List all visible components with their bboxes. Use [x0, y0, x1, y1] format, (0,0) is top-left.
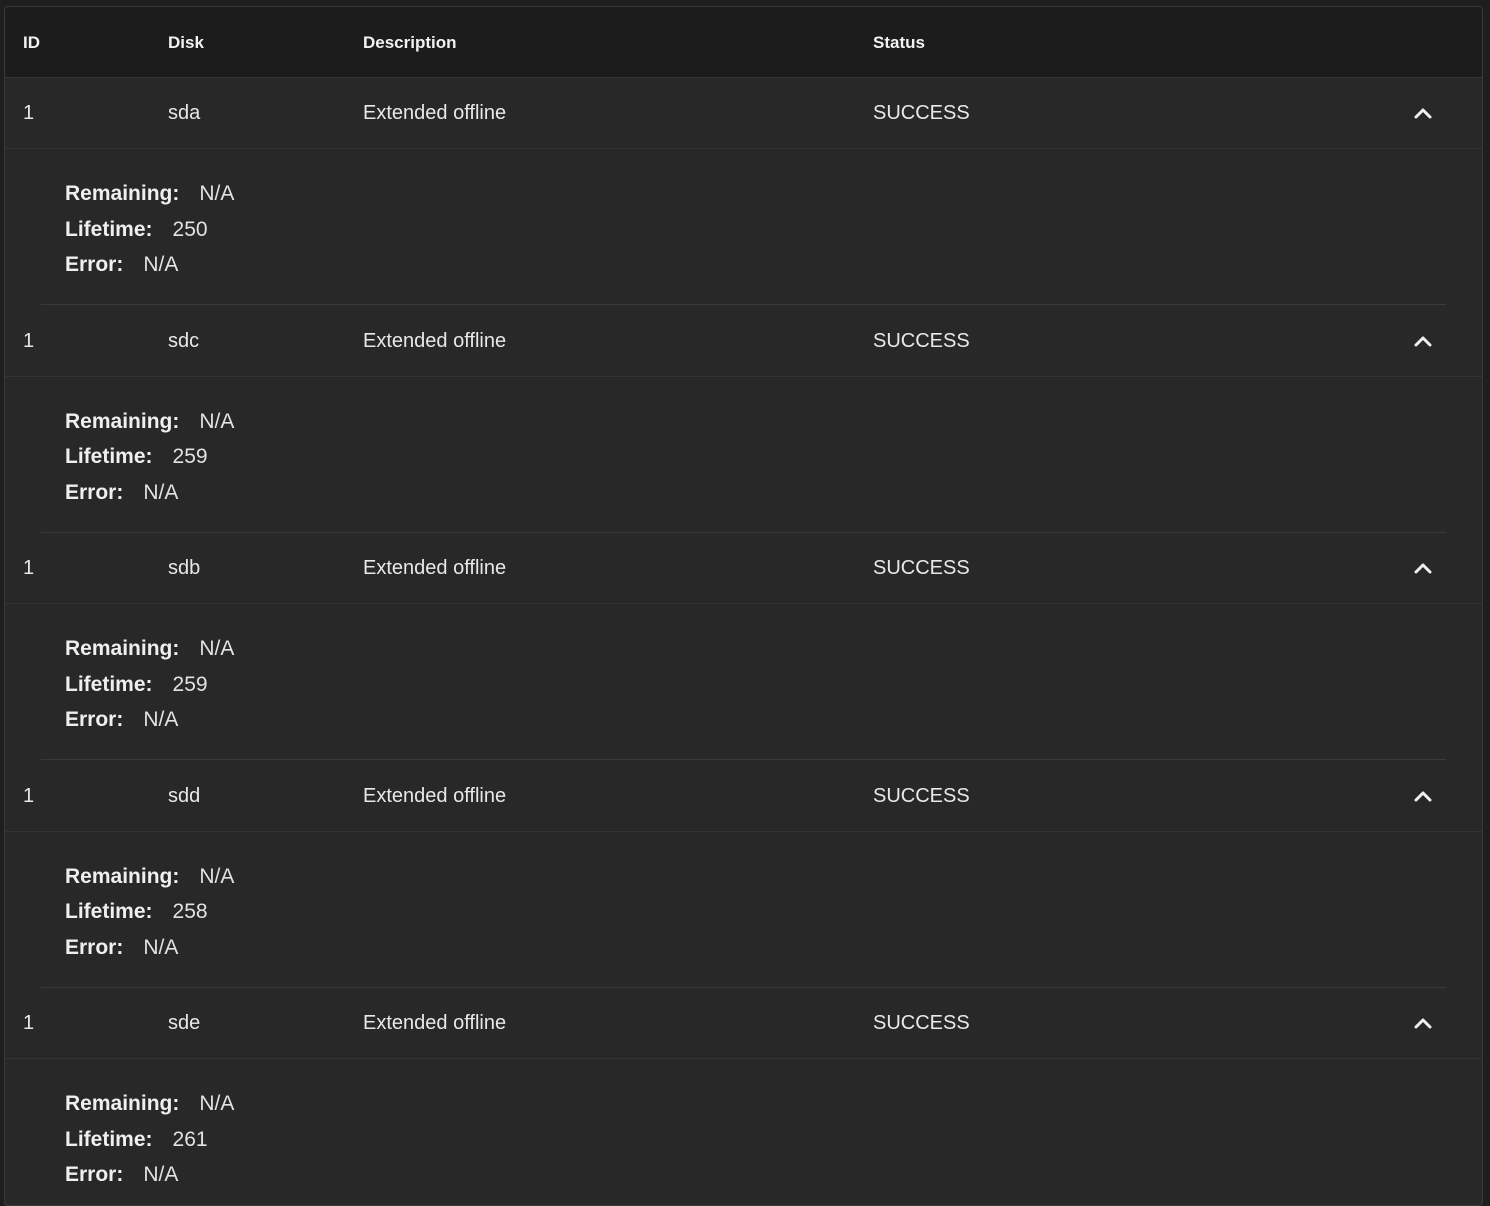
header-id[interactable]: ID	[23, 7, 40, 78]
detail-value-lifetime: 259	[172, 672, 208, 696]
detail-value-remaining: N/A	[199, 409, 235, 433]
cell-id: 1	[23, 784, 35, 807]
detail-error: Error: N/A	[65, 247, 1482, 283]
detail-lifetime: Lifetime: 258	[65, 894, 1482, 930]
cell-description: Extended offline	[363, 329, 507, 352]
detail-value-error: N/A	[143, 935, 179, 959]
detail-label-lifetime: Lifetime:	[65, 445, 153, 468]
row-details: Remaining: N/A Lifetime: 258 Error: N/A	[5, 832, 1482, 988]
chevron-up-icon	[1414, 791, 1432, 801]
cell-status: SUCCESS	[873, 329, 970, 352]
cell-description: Extended offline	[363, 557, 507, 579]
detail-label-error: Error:	[65, 935, 124, 959]
detail-label-remaining: Remaining:	[65, 182, 180, 205]
detail-value-remaining: N/A	[199, 864, 235, 888]
collapse-row-button[interactable]	[1408, 98, 1438, 128]
row-details: Remaining: N/A Lifetime: 259 Error: N/A	[5, 377, 1482, 533]
detail-error: Error: N/A	[65, 475, 1482, 511]
cell-id: 1	[23, 1012, 35, 1034]
detail-value-error: N/A	[143, 480, 179, 504]
detail-value-error: N/A	[143, 253, 179, 276]
header-description[interactable]: Description	[363, 7, 457, 78]
cell-disk: sdc	[168, 329, 200, 352]
detail-remaining: Remaining: N/A	[65, 631, 1482, 667]
cell-id: 1	[23, 102, 35, 124]
cell-status: SUCCESS	[873, 784, 970, 807]
detail-lifetime: Lifetime: 250	[65, 212, 1482, 248]
detail-value-lifetime: 261	[172, 1127, 208, 1151]
row-details: Remaining: N/A Lifetime: 261 Error: N/A	[5, 1059, 1482, 1205]
detail-value-lifetime: 250	[172, 217, 208, 241]
detail-value-remaining: N/A	[199, 1092, 235, 1115]
cell-disk: sdd	[168, 784, 201, 807]
table-row[interactable]: 1 sde Extended offline SUCCESS	[5, 988, 1482, 1059]
detail-remaining: Remaining: N/A	[65, 404, 1482, 440]
table-row[interactable]: 1 sdd Extended offline SUCCESS	[5, 761, 1482, 832]
cell-id: 1	[23, 557, 35, 579]
cell-status: SUCCESS	[873, 1012, 970, 1034]
detail-label-lifetime: Lifetime:	[65, 672, 153, 696]
detail-value-remaining: N/A	[199, 182, 235, 205]
collapse-row-button[interactable]	[1408, 781, 1438, 811]
table-header: ID Disk Description Status	[5, 7, 1482, 78]
cell-status: SUCCESS	[873, 557, 970, 579]
cell-disk: sdb	[168, 557, 201, 579]
test-result-group: 1 sdb Extended offline SUCCESS Remaining…	[5, 533, 1482, 761]
detail-label-error: Error:	[65, 708, 124, 731]
header-status[interactable]: Status	[873, 7, 925, 78]
detail-value-error: N/A	[143, 708, 179, 731]
table-row[interactable]: 1 sdb Extended offline SUCCESS	[5, 533, 1482, 604]
chevron-up-icon	[1414, 1018, 1432, 1029]
detail-lifetime: Lifetime: 259	[65, 439, 1482, 475]
detail-error: Error: N/A	[65, 930, 1482, 966]
cell-description: Extended offline	[363, 102, 507, 124]
cell-description: Extended offline	[363, 784, 507, 807]
test-result-group: 1 sdc Extended offline SUCCESS Remaining…	[5, 306, 1482, 534]
test-result-group: 1 sda Extended offline SUCCESS Remaining…	[5, 78, 1482, 306]
table-row[interactable]: 1 sda Extended offline SUCCESS	[5, 78, 1482, 149]
test-result-group: 1 sdd Extended offline SUCCESS Remaining…	[5, 761, 1482, 989]
detail-label-lifetime: Lifetime:	[65, 1127, 153, 1151]
row-details: Remaining: N/A Lifetime: 250 Error: N/A	[5, 149, 1482, 305]
detail-error: Error: N/A	[65, 702, 1482, 738]
row-details: Remaining: N/A Lifetime: 259 Error: N/A	[5, 604, 1482, 760]
detail-error: Error: N/A	[65, 1157, 1482, 1193]
cell-disk: sda	[168, 102, 201, 124]
collapse-row-button[interactable]	[1408, 326, 1438, 356]
chevron-up-icon	[1414, 108, 1432, 119]
chevron-up-icon	[1414, 563, 1432, 574]
chevron-up-icon	[1414, 336, 1432, 346]
collapse-row-button[interactable]	[1408, 1008, 1438, 1038]
detail-value-error: N/A	[143, 1163, 179, 1186]
detail-label-error: Error:	[65, 480, 124, 504]
cell-status: SUCCESS	[873, 102, 970, 124]
table-row[interactable]: 1 sdc Extended offline SUCCESS	[5, 306, 1482, 377]
header-disk[interactable]: Disk	[168, 7, 204, 78]
detail-label-lifetime: Lifetime:	[65, 900, 153, 923]
detail-label-error: Error:	[65, 253, 124, 276]
detail-remaining: Remaining: N/A	[65, 1086, 1482, 1122]
detail-label-lifetime: Lifetime:	[65, 217, 153, 241]
detail-label-remaining: Remaining:	[65, 409, 180, 433]
cell-disk: sde	[168, 1012, 201, 1034]
detail-value-remaining: N/A	[199, 637, 235, 660]
detail-lifetime: Lifetime: 261	[65, 1122, 1482, 1158]
detail-lifetime: Lifetime: 259	[65, 667, 1482, 703]
test-result-group: 1 sde Extended offline SUCCESS Remaining…	[5, 988, 1482, 1205]
detail-label-remaining: Remaining:	[65, 864, 180, 888]
smart-test-results-table: ID Disk Description Status 1 sda Extende…	[4, 6, 1483, 1206]
detail-label-error: Error:	[65, 1163, 124, 1186]
detail-value-lifetime: 258	[172, 900, 208, 923]
detail-remaining: Remaining: N/A	[65, 176, 1482, 212]
detail-remaining: Remaining: N/A	[65, 859, 1482, 895]
cell-id: 1	[23, 329, 35, 352]
detail-label-remaining: Remaining:	[65, 637, 180, 660]
detail-value-lifetime: 259	[172, 445, 208, 468]
cell-description: Extended offline	[363, 1012, 507, 1034]
detail-label-remaining: Remaining:	[65, 1092, 180, 1115]
collapse-row-button[interactable]	[1408, 553, 1438, 583]
